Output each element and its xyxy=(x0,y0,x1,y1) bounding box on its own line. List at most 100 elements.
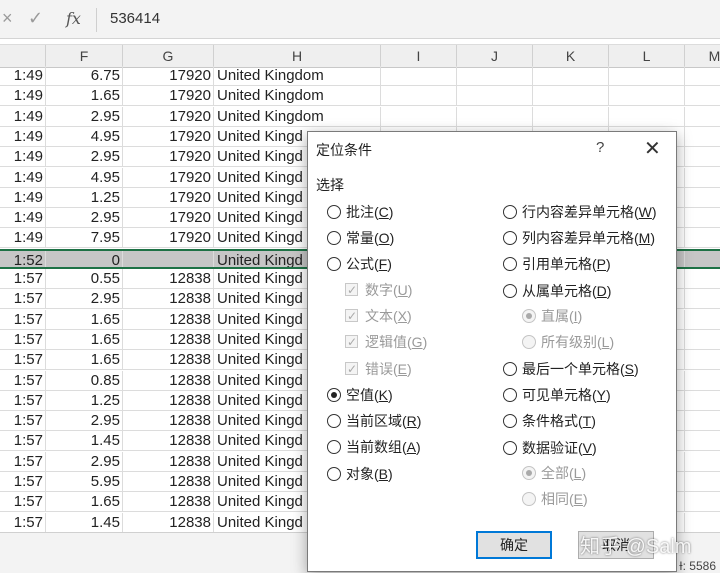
cell-f[interactable]: 2.95 xyxy=(46,106,123,126)
cell-f[interactable]: 4.95 xyxy=(46,167,123,187)
cancel-entry-icon[interactable]: × xyxy=(2,8,13,29)
cell-empty[interactable] xyxy=(609,86,685,106)
cell-e[interactable]: 1:49 xyxy=(0,86,46,106)
radio-icon[interactable] xyxy=(327,440,341,455)
cell-f[interactable]: 6.75 xyxy=(46,66,123,85)
help-icon[interactable]: ? xyxy=(596,139,604,156)
cell-f[interactable]: 1.45 xyxy=(46,512,123,532)
cell-empty[interactable] xyxy=(685,492,720,511)
cell-f[interactable]: 1.65 xyxy=(46,492,123,512)
cell-f[interactable]: 1.65 xyxy=(46,86,123,106)
cell-g[interactable]: 17920 xyxy=(123,187,214,207)
cell-f[interactable]: 1.65 xyxy=(46,350,123,370)
cell-f[interactable]: 2.95 xyxy=(46,411,123,431)
cell-e[interactable]: 1:57 xyxy=(0,451,46,471)
cell-empty[interactable] xyxy=(685,269,720,288)
cell-empty[interactable] xyxy=(685,208,720,227)
radio-icon[interactable] xyxy=(327,414,341,429)
cell-e[interactable]: 1:57 xyxy=(0,472,46,491)
cell-empty[interactable] xyxy=(381,86,457,106)
cell-empty[interactable] xyxy=(685,371,720,390)
radio-icon[interactable] xyxy=(503,388,517,403)
cell-f[interactable]: 1.45 xyxy=(46,431,123,451)
radio-icon[interactable] xyxy=(327,205,341,219)
cell-empty[interactable] xyxy=(381,66,457,85)
cell-empty[interactable] xyxy=(685,452,720,471)
cell-empty[interactable] xyxy=(685,66,720,85)
cell-e[interactable]: 1:57 xyxy=(0,431,46,451)
cell-empty[interactable] xyxy=(685,431,720,450)
cell-empty[interactable] xyxy=(685,107,720,126)
cell-empty[interactable] xyxy=(457,86,533,106)
cell-f[interactable]: 1.65 xyxy=(46,329,123,349)
cell-f[interactable]: 1.25 xyxy=(46,390,123,410)
column-header-h[interactable]: H xyxy=(214,45,381,67)
column-header-i[interactable]: I xyxy=(381,45,457,67)
cell-empty[interactable] xyxy=(457,66,533,85)
radio-icon[interactable] xyxy=(327,257,341,272)
table-row[interactable]: 1:49 6.75 17920 United Kingdom xyxy=(0,66,720,86)
radio-icon[interactable] xyxy=(522,335,536,350)
cell-empty[interactable] xyxy=(533,106,609,126)
cell-empty[interactable] xyxy=(685,472,720,491)
close-icon[interactable]: ✕ xyxy=(644,136,661,161)
cell-e[interactable]: 1:49 xyxy=(0,147,46,167)
cell-g[interactable]: 17920 xyxy=(123,167,214,187)
cell-f[interactable]: 4.95 xyxy=(46,126,123,146)
cell-e[interactable]: 1:57 xyxy=(0,309,46,329)
column-header-k[interactable]: K xyxy=(533,45,609,67)
cell-e[interactable]: 1:49 xyxy=(0,228,46,248)
cell-empty[interactable] xyxy=(457,106,533,126)
radio-icon[interactable] xyxy=(503,205,517,219)
cell-f[interactable]: 1.65 xyxy=(46,309,123,329)
cell-empty[interactable] xyxy=(685,251,720,267)
radio-icon[interactable] xyxy=(522,466,536,480)
table-row[interactable]: 1:49 1.65 17920 United Kingdom xyxy=(0,86,720,107)
checkbox-icon[interactable] xyxy=(345,359,358,379)
column-header-l[interactable]: L xyxy=(609,45,685,67)
cell-g[interactable]: 17920 xyxy=(123,228,214,248)
cell-e[interactable]: 1:49 xyxy=(0,106,46,126)
cell-g[interactable]: 17920 xyxy=(123,86,214,106)
cell-empty[interactable] xyxy=(533,86,609,106)
column-header-f[interactable]: F xyxy=(46,45,123,67)
cell-g[interactable]: 12838 xyxy=(123,269,214,288)
radio-icon[interactable] xyxy=(503,283,517,298)
cell-e[interactable]: 1:57 xyxy=(0,350,46,370)
cell-empty[interactable] xyxy=(685,391,720,410)
radio-icon[interactable] xyxy=(503,257,517,272)
column-header-g[interactable]: G xyxy=(123,45,214,67)
cell-f[interactable]: 0.85 xyxy=(46,370,123,390)
cell-e[interactable]: 1:52 xyxy=(0,250,46,267)
cell-g[interactable]: 17920 xyxy=(123,66,214,85)
cell-empty[interactable] xyxy=(685,411,720,430)
cell-empty[interactable] xyxy=(685,310,720,329)
radio-icon[interactable] xyxy=(522,492,536,507)
radio-icon[interactable] xyxy=(503,231,517,246)
cell-g[interactable] xyxy=(123,250,214,267)
radio-icon[interactable] xyxy=(327,388,341,402)
cell-g[interactable]: 12838 xyxy=(123,512,214,532)
cell-e[interactable]: 1:49 xyxy=(0,66,46,85)
radio-icon[interactable] xyxy=(503,414,517,429)
cell-e[interactable]: 1:49 xyxy=(0,208,46,228)
cell-e[interactable]: 1:57 xyxy=(0,390,46,410)
cell-empty[interactable] xyxy=(685,330,720,349)
column-header-j[interactable]: J xyxy=(457,45,533,67)
cell-e[interactable]: 1:49 xyxy=(0,126,46,146)
cell-empty[interactable] xyxy=(381,106,457,126)
insert-function-icon[interactable]: fx xyxy=(66,9,81,28)
cell-e[interactable]: 1:57 xyxy=(0,289,46,309)
checkbox-icon[interactable] xyxy=(345,332,358,352)
cell-empty[interactable] xyxy=(685,127,720,146)
cell-e[interactable]: 1:57 xyxy=(0,411,46,431)
cell-f[interactable]: 2.95 xyxy=(46,451,123,471)
cell-f[interactable]: 0 xyxy=(46,250,123,267)
cell-f[interactable]: 2.95 xyxy=(46,208,123,228)
cell-g[interactable]: 12838 xyxy=(123,390,214,410)
radio-icon[interactable] xyxy=(503,362,517,376)
cell-e[interactable]: 1:57 xyxy=(0,370,46,390)
cell-g[interactable]: 12838 xyxy=(123,431,214,451)
cell-f[interactable]: 2.95 xyxy=(46,147,123,167)
cell-empty[interactable] xyxy=(609,106,685,126)
